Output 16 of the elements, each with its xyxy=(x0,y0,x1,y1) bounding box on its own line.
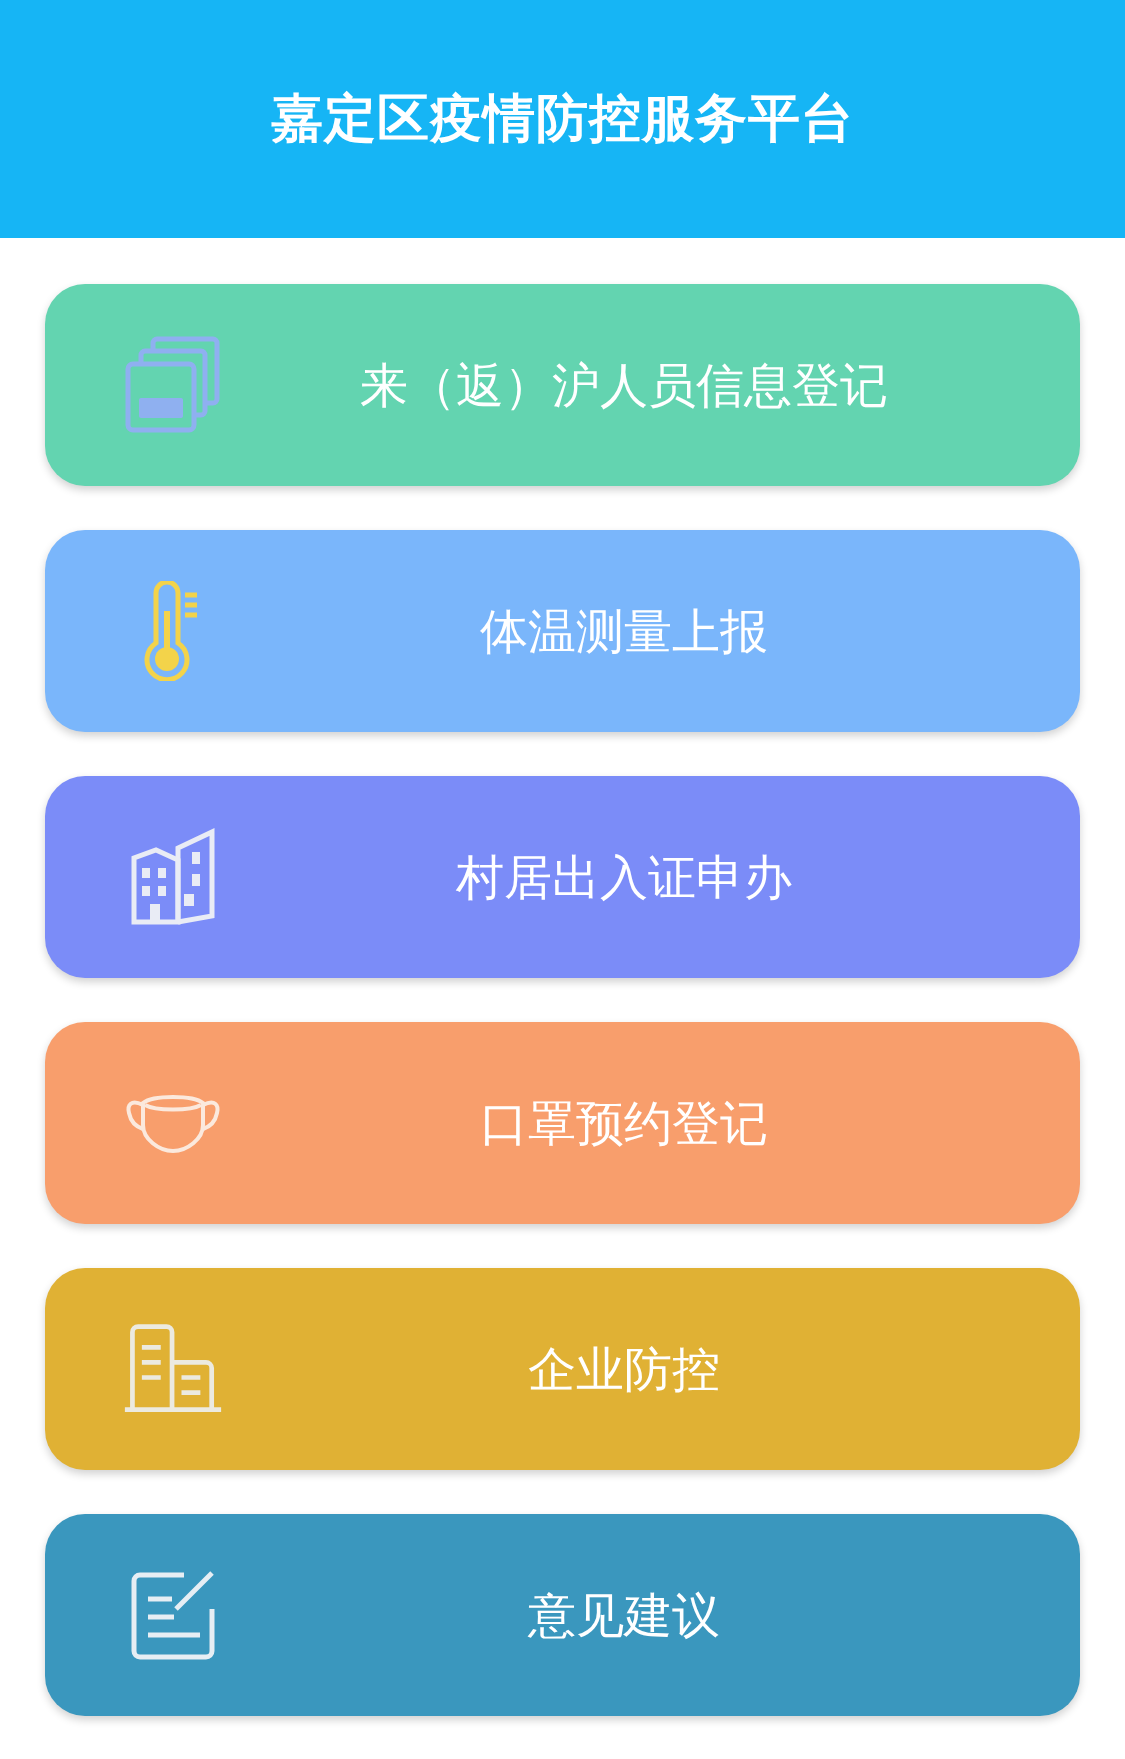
menu-card[interactable]: 村居出入证申办 xyxy=(45,776,1080,978)
menu-card[interactable]: 企业防控 xyxy=(45,1268,1080,1470)
menu-card[interactable]: 体温测量上报 xyxy=(45,530,1080,732)
card-label: 村居出入证申办 xyxy=(454,848,793,907)
menu-card[interactable]: 来（返）沪人员信息登记 xyxy=(45,284,1080,486)
card-label: 企业防控 xyxy=(526,1340,721,1399)
menu-card[interactable]: 口罩预约登记 xyxy=(45,1022,1080,1224)
menu-card[interactable]: 意见建议 xyxy=(45,1514,1080,1716)
card-label: 来（返）沪人员信息登记 xyxy=(358,356,889,415)
buildings-icon xyxy=(130,828,216,926)
card-label: 意见建议 xyxy=(526,1586,721,1645)
card-label: 体温测量上报 xyxy=(478,602,769,661)
stacked-cards-icon xyxy=(125,336,221,434)
page-title: 嘉定区疫情防控服务平台 xyxy=(271,87,854,150)
edit-note-icon xyxy=(130,1569,216,1661)
card-label: 口罩预约登记 xyxy=(478,1094,769,1153)
